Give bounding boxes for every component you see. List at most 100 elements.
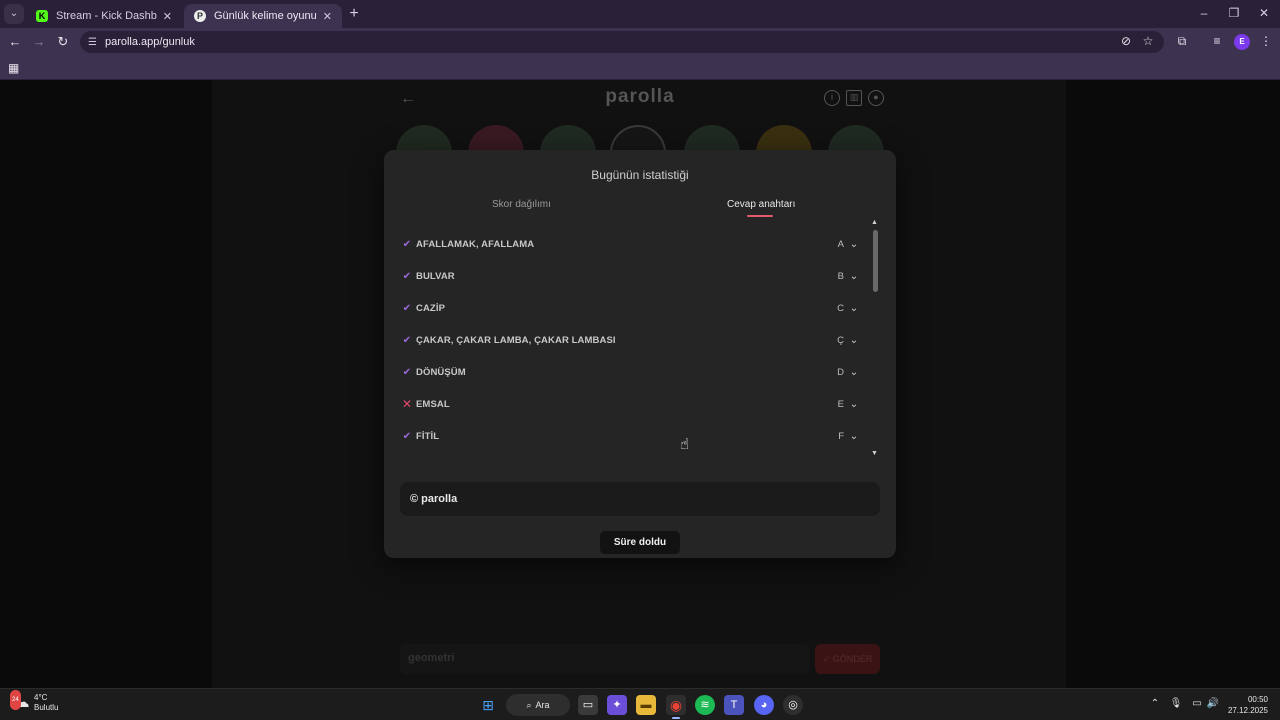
address-bar[interactable]: ☰ parolla.app/gunluk bbox=[80, 31, 1164, 53]
chevron-down-icon[interactable]: ⌄ bbox=[848, 367, 860, 378]
answer-letter: E bbox=[837, 398, 844, 410]
close-window-icon[interactable]: ✕ bbox=[1254, 6, 1274, 20]
check-icon: ✔ bbox=[402, 238, 412, 250]
profile-avatar[interactable]: E bbox=[1234, 34, 1250, 50]
microphone-icon[interactable]: 🎙 bbox=[1169, 698, 1183, 709]
active-tab-indicator bbox=[747, 215, 773, 217]
close-tab-icon[interactable]: ✕ bbox=[323, 10, 332, 23]
windows-taskbar: ☁ 24 4°C Bulutlu ⊞ ⌕ Ara ▭ ✦ ▬ ◉ ≋ T ◕ ◎ ⌃… bbox=[0, 688, 1280, 720]
chevron-down-icon[interactable]: ⌄ bbox=[848, 335, 860, 346]
browser-toolbar: ← → ↻ ☰ parolla.app/gunluk ⊘ ☆ ⧉ ≡ E ⋮ bbox=[0, 28, 1280, 56]
answer-list[interactable]: ✔ AFALLAMAK, AFALLAMA A ⌄ ✔ BULVAR B ⌄ ✔ CAZİP C ⌄ ✔… bbox=[400, 228, 860, 458]
answer-word: AFALLAMAK, AFALLAMA bbox=[416, 238, 535, 250]
bookmarks-bar: ▦ bbox=[0, 56, 1280, 80]
submit-button[interactable]: ✓ GÖNDER bbox=[815, 644, 880, 674]
system-clock[interactable]: 00:50 27.12.2025 bbox=[1222, 694, 1268, 716]
chevron-down-icon[interactable]: ⌄ bbox=[848, 239, 860, 250]
volume-icon[interactable]: 🔊 bbox=[1206, 698, 1220, 709]
tab-answer-key[interactable]: Cevap anahtarı bbox=[727, 199, 795, 210]
extensions-icon[interactable]: ⧉ bbox=[1174, 34, 1190, 49]
obs-icon[interactable]: ◎ bbox=[783, 695, 803, 715]
check-icon: ✔ bbox=[402, 366, 412, 378]
answer-word: EMSAL bbox=[416, 398, 450, 410]
tab-score-distribution[interactable]: Skor dağılımı bbox=[492, 199, 551, 210]
spotify-icon[interactable]: ≋ bbox=[695, 695, 715, 715]
answer-row[interactable]: ✔ FİTİL F ⌄ bbox=[400, 420, 860, 452]
cross-icon: ✕ bbox=[401, 397, 413, 411]
check-icon: ✔ bbox=[402, 334, 412, 346]
check-icon: ✔ bbox=[402, 302, 412, 314]
bookmark-star-icon[interactable]: ☆ bbox=[1140, 34, 1156, 48]
answer-row[interactable]: ✔ AFALLAMAK, AFALLAMA A ⌄ bbox=[400, 228, 860, 260]
answer-input[interactable]: geometri bbox=[400, 644, 810, 674]
info-icon[interactable]: i bbox=[824, 90, 840, 106]
close-tab-icon[interactable]: ✕ bbox=[163, 10, 172, 23]
tab-search-button[interactable]: ⌄ bbox=[4, 4, 24, 24]
minimize-icon[interactable]: – bbox=[1194, 6, 1214, 20]
answer-word: BULVAR bbox=[416, 270, 455, 282]
task-view-icon[interactable]: ▭ bbox=[578, 695, 598, 715]
check-icon: ✔ bbox=[402, 430, 412, 442]
stats-icon[interactable]: ▥ bbox=[846, 90, 862, 106]
tab-kick-dashboard[interactable]: K Stream - Kick Dashboard ✕ bbox=[26, 4, 182, 28]
forward-icon[interactable]: → bbox=[31, 34, 47, 50]
show-hidden-icons-icon[interactable]: ⌃ bbox=[1148, 698, 1162, 709]
tab-title: Stream - Kick Dashboard bbox=[56, 10, 157, 22]
site-info-icon[interactable]: ☰ bbox=[88, 37, 97, 48]
new-tab-button[interactable]: + bbox=[346, 6, 362, 22]
back-icon[interactable]: ← bbox=[7, 34, 23, 50]
chevron-down-icon[interactable]: ⌄ bbox=[848, 399, 860, 410]
answer-row[interactable]: ✔ CAZİP C ⌄ bbox=[400, 292, 860, 324]
modal-title: Bugünün istatistiği bbox=[591, 168, 689, 182]
clock-date: 27.12.2025 bbox=[1227, 706, 1268, 715]
answer-row[interactable]: ✔ ÇAKAR, ÇAKAR LAMBA, ÇAKAR LAMBASI Ç ⌄ bbox=[400, 324, 860, 356]
windows-start-icon[interactable]: ⊞ bbox=[478, 695, 498, 715]
menu-icon[interactable]: ⋮ bbox=[1258, 34, 1274, 48]
copyright-footer: © parolla bbox=[400, 482, 880, 516]
stats-modal: Bugünün istatistiği Skor dağılımı Cevap … bbox=[384, 150, 896, 558]
answer-row[interactable]: ✔ BULVAR B ⌄ bbox=[400, 260, 860, 292]
chrome-icon[interactable]: ◉ bbox=[666, 695, 686, 715]
answer-letter: D bbox=[837, 366, 844, 378]
media-control-icon[interactable]: ≡ bbox=[1209, 34, 1225, 48]
answer-word: ÇAKAR, ÇAKAR LAMBA, ÇAKAR LAMBASI bbox=[416, 334, 616, 346]
weather-widget[interactable]: ☁ 24 4°C Bulutlu bbox=[10, 690, 58, 713]
chevron-down-icon[interactable]: ⌄ bbox=[848, 431, 860, 442]
tab-title: Günlük kelime oyunu - parolla bbox=[214, 10, 317, 22]
scroll-up-arrow-icon[interactable]: ▲ bbox=[871, 219, 878, 226]
weather-temp: 4°C bbox=[34, 693, 48, 702]
active-app-indicator bbox=[672, 717, 680, 719]
kick-icon: K bbox=[36, 10, 48, 22]
chevron-down-icon[interactable]: ⌄ bbox=[848, 303, 860, 314]
user-icon[interactable]: ● bbox=[868, 90, 884, 106]
game-logo: parolla bbox=[605, 86, 675, 107]
answer-row[interactable]: ✔ DÖNÜŞÜM D ⌄ bbox=[400, 356, 860, 388]
answer-letter: Ç bbox=[837, 334, 844, 346]
answer-row[interactable]: ✕ EMSAL E ⌄ bbox=[400, 388, 860, 420]
network-icon[interactable]: ▭ bbox=[1190, 698, 1204, 709]
timeout-button[interactable]: Süre doldu bbox=[600, 531, 680, 554]
search-icon: ⌕ bbox=[526, 699, 532, 710]
url-text: parolla.app/gunluk bbox=[104, 36, 195, 48]
chevron-down-icon[interactable]: ⌄ bbox=[848, 271, 860, 282]
reload-icon[interactable]: ↻ bbox=[55, 34, 71, 50]
copilot-icon[interactable]: ✦ bbox=[607, 695, 627, 715]
scrollbar-thumb[interactable] bbox=[873, 230, 878, 292]
restore-icon[interactable]: ❐ bbox=[1224, 6, 1244, 20]
answer-letter: A bbox=[837, 238, 844, 250]
scroll-down-arrow-icon[interactable]: ▼ bbox=[871, 450, 878, 457]
clock-time: 00:50 bbox=[1247, 695, 1268, 704]
parolla-icon: P bbox=[194, 10, 206, 22]
eye-off-icon[interactable]: ⊘ bbox=[1118, 34, 1134, 48]
answer-letter: F bbox=[838, 430, 844, 442]
file-explorer-icon[interactable]: ▬ bbox=[636, 695, 656, 715]
answer-word: FİTİL bbox=[416, 430, 440, 442]
answer-word: CAZİP bbox=[416, 302, 445, 314]
taskbar-search[interactable]: ⌕ Ara bbox=[506, 694, 570, 716]
tab-parolla[interactable]: P Günlük kelime oyunu - parolla ✕ bbox=[184, 4, 342, 28]
teams-icon[interactable]: T bbox=[724, 695, 744, 715]
cloud-icon: ☁ 24 bbox=[10, 690, 32, 713]
apps-grid-icon[interactable]: ▦ bbox=[8, 61, 19, 75]
check-icon: ✔ bbox=[402, 270, 412, 282]
discord-icon[interactable]: ◕ bbox=[754, 695, 774, 715]
